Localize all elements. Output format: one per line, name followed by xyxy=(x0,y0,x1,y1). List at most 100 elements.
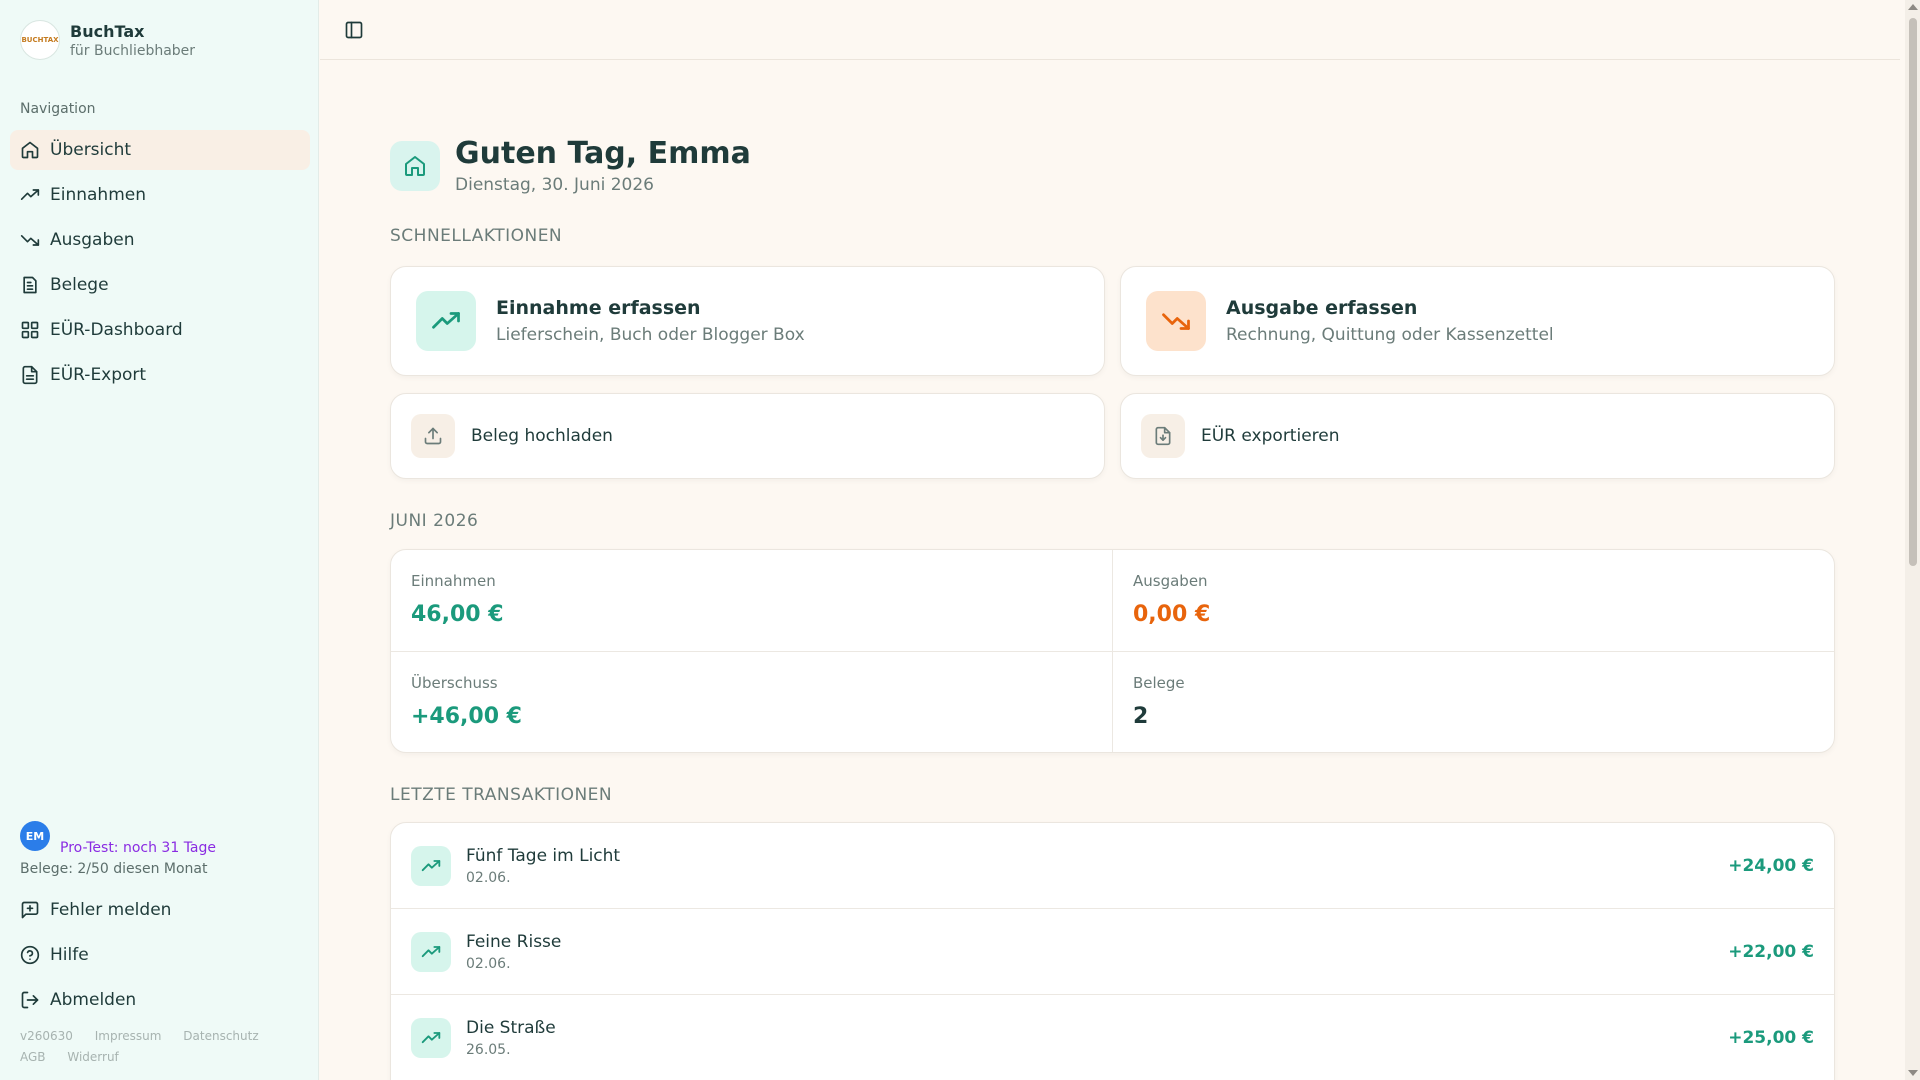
brand[interactable]: BUCHTAX BuchTax für Buchliebhaber xyxy=(20,20,195,60)
transaction-row[interactable]: Fünf Tage im Licht 02.06. +24,00 € xyxy=(391,823,1834,909)
transaction-row[interactable]: Feine Risse 02.06. +22,00 € xyxy=(391,909,1834,995)
income-action-icon xyxy=(416,291,476,351)
stat-label: Einnahmen xyxy=(411,572,496,590)
logout-icon xyxy=(21,991,39,1009)
upload-icon xyxy=(424,427,442,445)
trial-status[interactable]: Pro-Test: noch 31 Tage xyxy=(60,840,216,856)
trending-up-icon xyxy=(421,945,441,957)
transaction-date: 02.06. xyxy=(466,869,511,886)
month-stats-card: Einnahmen 46,00 € Ausgaben 0,00 € Übersc… xyxy=(390,549,1835,753)
file-text-icon xyxy=(22,365,38,385)
trending-up-icon xyxy=(421,1031,441,1043)
sidebar-item-label: Einnahmen xyxy=(50,185,146,205)
upload-icon-wrap xyxy=(411,414,455,458)
stat-receipts: Belege 2 xyxy=(1113,652,1834,752)
scroll-thumb[interactable] xyxy=(1909,18,1917,566)
sidebar-item-label: Hilfe xyxy=(50,945,89,965)
sidebar: BUCHTAX BuchTax für Buchliebhaber Naviga… xyxy=(0,0,319,1080)
upload-receipt-button[interactable]: Beleg hochladen xyxy=(390,393,1105,479)
income-tx-icon-wrap xyxy=(411,845,451,886)
agb-link[interactable]: AGB xyxy=(20,1050,46,1064)
user-status: EM Pro-Test: noch 31 Tage xyxy=(20,816,216,856)
stat-surplus: Überschuss +46,00 € xyxy=(391,652,1113,752)
income-action-subtitle: Lieferschein, Buch oder Blogger Box xyxy=(496,325,805,345)
page-title: Guten Tag, Emma xyxy=(455,136,751,171)
stat-value: +46,00 € xyxy=(411,704,522,729)
topbar xyxy=(320,0,1900,60)
sidebar-toggle-button[interactable] xyxy=(342,18,366,42)
sidebar-item-eur-export[interactable]: EÜR-Export xyxy=(10,355,310,395)
export-icon-wrap xyxy=(1141,414,1185,458)
report-bug-icon xyxy=(21,901,39,919)
belege-usage: Belege: 2/50 diesen Monat xyxy=(20,861,208,877)
sidebar-item-label: Ausgaben xyxy=(50,230,135,250)
stat-label: Ausgaben xyxy=(1133,572,1208,590)
sidebar-item-eur-dashboard[interactable]: EÜR-Dashboard xyxy=(10,310,310,350)
widerruf-link[interactable]: Widerruf xyxy=(67,1050,118,1064)
sidebar-item-abmelden[interactable]: Abmelden xyxy=(10,980,310,1020)
add-income-button[interactable]: Einnahme erfassen Lieferschein, Buch ode… xyxy=(390,266,1105,376)
impressum-link[interactable]: Impressum xyxy=(95,1029,162,1043)
current-date: Dienstag, 30. Juni 2026 xyxy=(455,175,654,195)
home-icon xyxy=(405,155,425,176)
expense-action-title: Ausgabe erfassen xyxy=(1226,297,1418,319)
sidebar-item-label: EÜR-Export xyxy=(50,365,147,385)
scroll-up-arrow[interactable] xyxy=(1908,4,1918,10)
trending-up-icon xyxy=(20,189,40,200)
app-name: BuchTax xyxy=(70,21,145,41)
stat-expense: Ausgaben 0,00 € xyxy=(1113,550,1834,652)
expense-action-subtitle: Rechnung, Quittung oder Kassenzettel xyxy=(1226,325,1554,345)
version-label: v260630 xyxy=(20,1029,73,1043)
panel-left-icon xyxy=(345,21,363,39)
scroll-down-arrow[interactable] xyxy=(1908,1070,1918,1076)
logo-text: BUCHTAX xyxy=(21,36,59,44)
sidebar-item-fehler-melden[interactable]: Fehler melden xyxy=(10,890,310,930)
transaction-amount: +24,00 € xyxy=(1728,855,1814,876)
transactions-list: Fünf Tage im Licht 02.06. +24,00 € Feine… xyxy=(390,822,1835,1080)
trending-up-icon xyxy=(432,312,460,329)
income-tx-icon-wrap xyxy=(411,1017,451,1058)
page-scrollbar[interactable] xyxy=(1905,0,1920,1080)
upload-receipt-label: Beleg hochladen xyxy=(471,426,613,446)
trending-down-icon xyxy=(1162,313,1190,330)
avatar[interactable]: EM xyxy=(20,821,50,851)
sidebar-item-hilfe[interactable]: Hilfe xyxy=(10,935,310,975)
transaction-row[interactable]: Die Straße 26.05. +25,00 € xyxy=(391,995,1834,1080)
stat-value: 2 xyxy=(1133,704,1149,729)
transaction-title: Feine Risse xyxy=(466,931,562,952)
sidebar-item-label: EÜR-Dashboard xyxy=(50,320,183,340)
main-nav: Übersicht Einnahmen Ausgaben Belege EÜR-… xyxy=(10,130,310,400)
app-logo: BUCHTAX xyxy=(20,20,60,60)
transaction-title: Die Straße xyxy=(466,1017,556,1038)
datenschutz-link[interactable]: Datenschutz xyxy=(183,1029,258,1043)
stat-value: 0,00 € xyxy=(1133,602,1211,627)
add-expense-button[interactable]: Ausgabe erfassen Rechnung, Quittung oder… xyxy=(1120,266,1835,376)
quick-actions-heading: SCHNELLAKTIONEN xyxy=(390,226,563,246)
expense-action-icon xyxy=(1146,291,1206,351)
nav-heading: Navigation xyxy=(20,101,96,117)
home-icon xyxy=(21,141,39,159)
sidebar-item-ausgaben[interactable]: Ausgaben xyxy=(10,220,310,260)
bottom-nav: Fehler melden Hilfe Abmelden xyxy=(10,890,310,1025)
receipt-icon xyxy=(23,276,37,294)
sidebar-item-einnahmen[interactable]: Einnahmen xyxy=(10,175,310,215)
trending-up-icon xyxy=(421,859,441,871)
app-subtitle: für Buchliebhaber xyxy=(70,42,196,59)
transactions-heading: LETZTE TRANSAKTIONEN xyxy=(390,785,613,805)
greeting-header: Guten Tag, Emma Dienstag, 30. Juni 2026 xyxy=(390,136,751,195)
stat-income: Einnahmen 46,00 € xyxy=(391,550,1113,652)
month-heading: JUNI 2026 xyxy=(390,511,479,531)
sidebar-item-label: Fehler melden xyxy=(50,900,172,920)
income-action-title: Einnahme erfassen xyxy=(496,297,701,319)
sidebar-item-belege[interactable]: Belege xyxy=(10,265,310,305)
income-tx-icon-wrap xyxy=(411,931,451,972)
export-eur-button[interactable]: EÜR exportieren xyxy=(1120,393,1835,479)
sidebar-item-label: Übersicht xyxy=(50,140,132,160)
export-eur-label: EÜR exportieren xyxy=(1201,426,1340,446)
sidebar-item-uebersicht[interactable]: Übersicht xyxy=(10,130,310,170)
trending-down-icon xyxy=(20,235,40,246)
transaction-amount: +22,00 € xyxy=(1728,941,1814,962)
file-download-icon xyxy=(1155,426,1171,446)
dashboard-grid-icon xyxy=(21,321,39,339)
transaction-date: 26.05. xyxy=(466,1041,511,1058)
